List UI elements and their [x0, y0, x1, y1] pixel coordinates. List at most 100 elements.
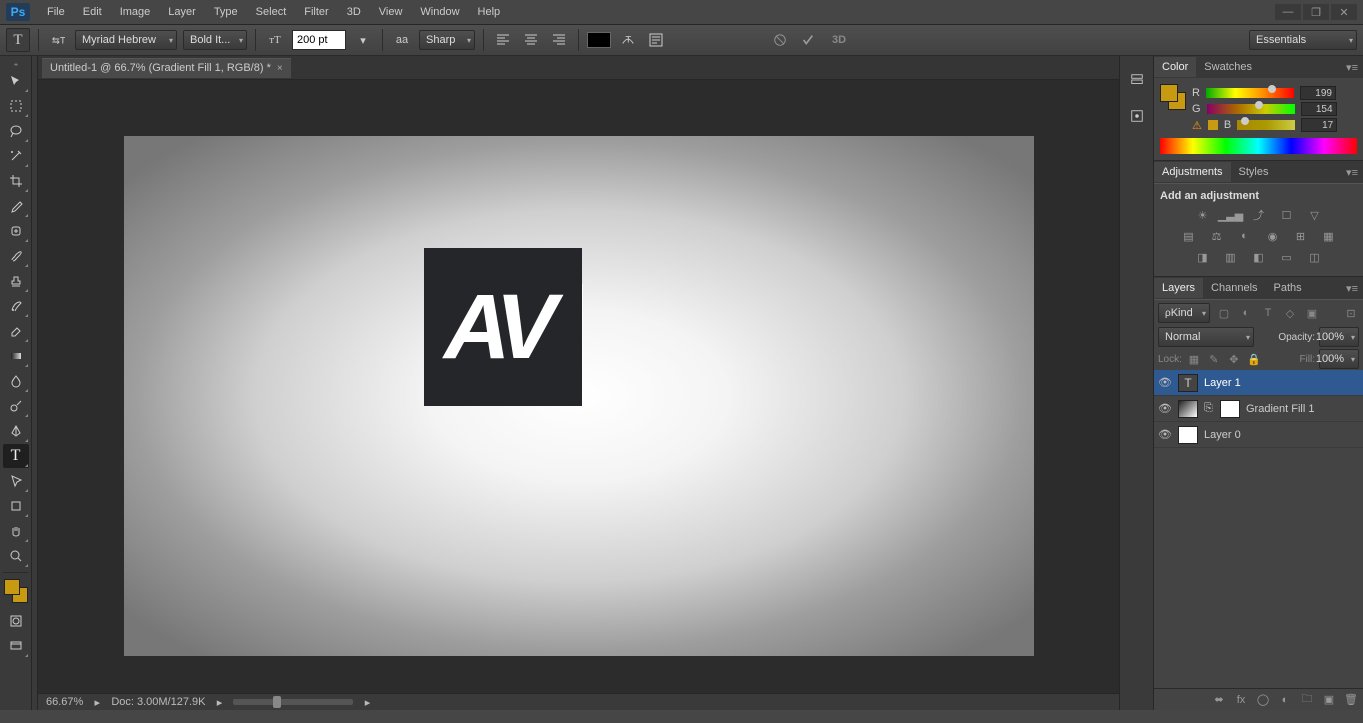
adj-poster-icon[interactable]: ▥ [1222, 249, 1240, 265]
r-input[interactable]: 199 [1300, 86, 1336, 100]
new-layer-icon[interactable]: ▣ [1321, 692, 1337, 708]
adj-mixer-icon[interactable]: ⊞ [1292, 228, 1310, 244]
scrubber[interactable] [233, 699, 353, 705]
font-size-stepper[interactable]: ▾ [352, 29, 374, 51]
close-tab-icon[interactable]: × [277, 63, 283, 74]
filter-toggle[interactable]: ⊡ [1343, 306, 1359, 320]
adj-hue-icon[interactable]: ▤ [1180, 228, 1198, 244]
menu-select[interactable]: Select [247, 3, 296, 21]
marquee-tool[interactable] [3, 94, 29, 118]
screenmode-tool[interactable] [3, 634, 29, 658]
hand-tool[interactable] [3, 519, 29, 543]
visibility-icon[interactable]: 👁 [1158, 428, 1172, 442]
text-layer-box[interactable]: AV [424, 248, 582, 406]
layer-name[interactable]: Gradient Fill 1 [1246, 403, 1314, 415]
layers-panel-menu[interactable]: ▾≡ [1341, 282, 1363, 295]
eyedropper-tool[interactable] [3, 194, 29, 218]
move-tool[interactable] [3, 69, 29, 93]
menu-image[interactable]: Image [111, 3, 160, 21]
warp-text-icon[interactable]: T [617, 29, 639, 51]
shape-tool[interactable] [3, 494, 29, 518]
layer-row[interactable]: 👁 Layer 0 [1154, 422, 1363, 448]
lock-trans-icon[interactable]: ▦ [1186, 352, 1202, 366]
cancel-edit-icon[interactable] [769, 29, 791, 51]
group-icon[interactable]: 🗀 [1299, 692, 1315, 708]
adj-brightness-icon[interactable]: ☀ [1194, 207, 1212, 223]
trash-icon[interactable]: 🗑 [1343, 692, 1359, 708]
layer-row[interactable]: 👁 ⎘ Gradient Fill 1 [1154, 396, 1363, 422]
path-select-tool[interactable] [3, 469, 29, 493]
adj-vibrance-icon[interactable]: ▽ [1306, 207, 1324, 223]
document-tab[interactable]: Untitled-1 @ 66.7% (Gradient Fill 1, RGB… [42, 58, 291, 78]
adj-photo-icon[interactable]: ◉ [1264, 228, 1282, 244]
layer-row[interactable]: 👁 T Layer 1 [1154, 370, 1363, 396]
fx-icon[interactable]: fx [1233, 692, 1249, 708]
dodge-tool[interactable] [3, 394, 29, 418]
type-tool[interactable]: T [3, 444, 29, 468]
active-tool-icon[interactable]: T [6, 28, 30, 52]
zoom-stepper[interactable]: ▸ [93, 696, 101, 709]
r-slider[interactable] [1206, 88, 1294, 98]
canvas[interactable]: AV [124, 136, 1034, 656]
menu-view[interactable]: View [370, 3, 412, 21]
doc-size[interactable]: Doc: 3.00M/127.9K [111, 696, 205, 708]
antialias-dropdown[interactable]: Sharp [419, 30, 475, 50]
menu-window[interactable]: Window [411, 3, 468, 21]
menu-filter[interactable]: Filter [295, 3, 337, 21]
layer-name[interactable]: Layer 0 [1204, 429, 1241, 441]
font-size-input[interactable]: 200 pt [292, 30, 346, 50]
canvas-area[interactable]: AV [38, 80, 1119, 693]
lasso-tool[interactable] [3, 119, 29, 143]
layer-thumb[interactable] [1178, 400, 1198, 418]
g-slider[interactable] [1207, 104, 1295, 114]
adj-selcolor-icon[interactable]: ◫ [1306, 249, 1324, 265]
align-right-icon[interactable] [548, 29, 570, 51]
doc-info-menu[interactable]: ▸ [215, 696, 223, 709]
quickmask-tool[interactable] [3, 609, 29, 633]
color-swatch-pair[interactable] [1160, 84, 1186, 110]
align-center-icon[interactable] [520, 29, 542, 51]
pen-tool[interactable] [3, 419, 29, 443]
color-spectrum[interactable] [1160, 138, 1357, 154]
menu-3d[interactable]: 3D [338, 3, 370, 21]
g-input[interactable]: 154 [1301, 102, 1337, 116]
fill-input[interactable]: 100% [1319, 349, 1359, 369]
adj-exposure-icon[interactable]: ☐ [1278, 207, 1296, 223]
adj-lookup-icon[interactable]: ▦ [1320, 228, 1338, 244]
blend-mode-dropdown[interactable]: Normal [1158, 327, 1254, 347]
commit-edit-icon[interactable] [797, 29, 819, 51]
layer-filter-kind[interactable]: ρ Kind [1158, 303, 1210, 323]
adj-curves-icon[interactable]: ⤴ [1250, 207, 1268, 223]
menu-file[interactable]: File [38, 3, 74, 21]
adj-invert-icon[interactable]: ◨ [1194, 249, 1212, 265]
adj-gradmap-icon[interactable]: ▭ [1278, 249, 1296, 265]
scrubber-play[interactable]: ▸ [363, 696, 371, 709]
stamp-tool[interactable] [3, 269, 29, 293]
align-left-icon[interactable] [492, 29, 514, 51]
fill-adj-icon[interactable]: ◐ [1277, 692, 1293, 708]
color-swatches[interactable] [4, 579, 28, 603]
layer-thumb[interactable] [1178, 426, 1198, 444]
link-layers-icon[interactable]: ⬌ [1211, 692, 1227, 708]
lock-pos-icon[interactable]: ✥ [1226, 352, 1242, 366]
lock-paint-icon[interactable]: ✎ [1206, 352, 1222, 366]
menu-type[interactable]: Type [205, 3, 247, 21]
maximize-button[interactable]: ❐ [1303, 4, 1329, 20]
b-input[interactable]: 17 [1301, 118, 1337, 132]
visibility-icon[interactable]: 👁 [1158, 376, 1172, 390]
color-panel-menu[interactable]: ▾≡ [1341, 61, 1363, 74]
filter-type-icon[interactable]: T [1260, 306, 1276, 320]
filter-adjust-icon[interactable]: ◐ [1238, 306, 1254, 320]
adj-levels-icon[interactable]: ▁▃▅ [1222, 207, 1240, 223]
adj-bw-icon[interactable]: ◐ [1236, 228, 1254, 244]
tab-swatches[interactable]: Swatches [1196, 57, 1260, 77]
text-color-swatch[interactable] [587, 32, 611, 48]
lock-all-icon[interactable]: 🔒 [1246, 352, 1262, 366]
eraser-tool[interactable] [3, 319, 29, 343]
menu-layer[interactable]: Layer [159, 3, 205, 21]
opacity-input[interactable]: 100% [1319, 327, 1359, 347]
toolbox-grip[interactable] [0, 62, 31, 68]
blur-tool[interactable] [3, 369, 29, 393]
gradient-tool[interactable] [3, 344, 29, 368]
filter-smart-icon[interactable]: ▣ [1304, 306, 1320, 320]
